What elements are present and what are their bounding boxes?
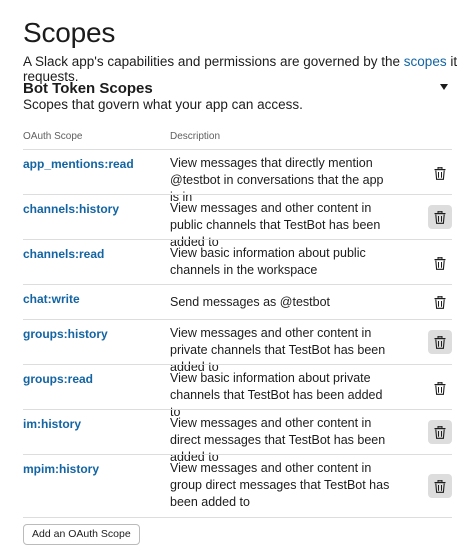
column-header-description: Description bbox=[170, 131, 221, 142]
scope-name: groups:history bbox=[23, 327, 108, 341]
section-subtitle: Scopes that govern what your app can acc… bbox=[23, 97, 303, 112]
table-row: groups:history View messages and other c… bbox=[23, 319, 452, 374]
trash-icon[interactable] bbox=[428, 376, 452, 400]
column-header-oauth-scope: OAuth Scope bbox=[23, 131, 83, 142]
section-title: Bot Token Scopes bbox=[23, 80, 153, 97]
scopes-link[interactable]: scopes bbox=[404, 54, 447, 69]
trash-icon[interactable] bbox=[428, 205, 452, 229]
scope-description: View messages and other content in group… bbox=[170, 461, 390, 509]
scope-name: im:history bbox=[23, 417, 82, 431]
table-row: channels:history View messages and other… bbox=[23, 194, 452, 249]
add-oauth-scope-button[interactable]: Add an OAuth Scope bbox=[23, 524, 140, 545]
scopes-page: Scopes A Slack app's capabilities and pe… bbox=[0, 0, 474, 551]
scope-name: channels:history bbox=[23, 202, 120, 216]
caret-down-icon[interactable] bbox=[440, 84, 448, 90]
scope-name: groups:read bbox=[23, 372, 94, 386]
scopes-table: app_mentions:read View messages that dir… bbox=[23, 149, 452, 518]
table-row: im:history View messages and other conte… bbox=[23, 409, 452, 464]
scope-name: chat:write bbox=[23, 292, 80, 306]
scope-description: View basic information about public chan… bbox=[170, 246, 366, 277]
trash-icon[interactable] bbox=[428, 251, 452, 275]
table-row: mpim:history View messages and other con… bbox=[23, 454, 452, 518]
description-prefix: A Slack app's capabilities and permissio… bbox=[23, 54, 404, 69]
table-row: chat:write Send messages as @testbot bbox=[23, 284, 452, 319]
scope-name: app_mentions:read bbox=[23, 157, 134, 171]
scope-name: channels:read bbox=[23, 247, 105, 261]
trash-icon[interactable] bbox=[428, 420, 452, 444]
table-row: app_mentions:read View messages that dir… bbox=[23, 149, 452, 204]
trash-icon[interactable] bbox=[428, 330, 452, 354]
trash-icon[interactable] bbox=[428, 161, 452, 185]
trash-icon[interactable] bbox=[428, 474, 452, 498]
table-row: groups:read View basic information about… bbox=[23, 364, 452, 419]
scope-name: mpim:history bbox=[23, 462, 100, 476]
trash-icon[interactable] bbox=[428, 290, 452, 314]
page-title: Scopes bbox=[23, 17, 116, 48]
scope-description: Send messages as @testbot bbox=[170, 295, 330, 309]
table-row: channels:read View basic information abo… bbox=[23, 239, 452, 284]
